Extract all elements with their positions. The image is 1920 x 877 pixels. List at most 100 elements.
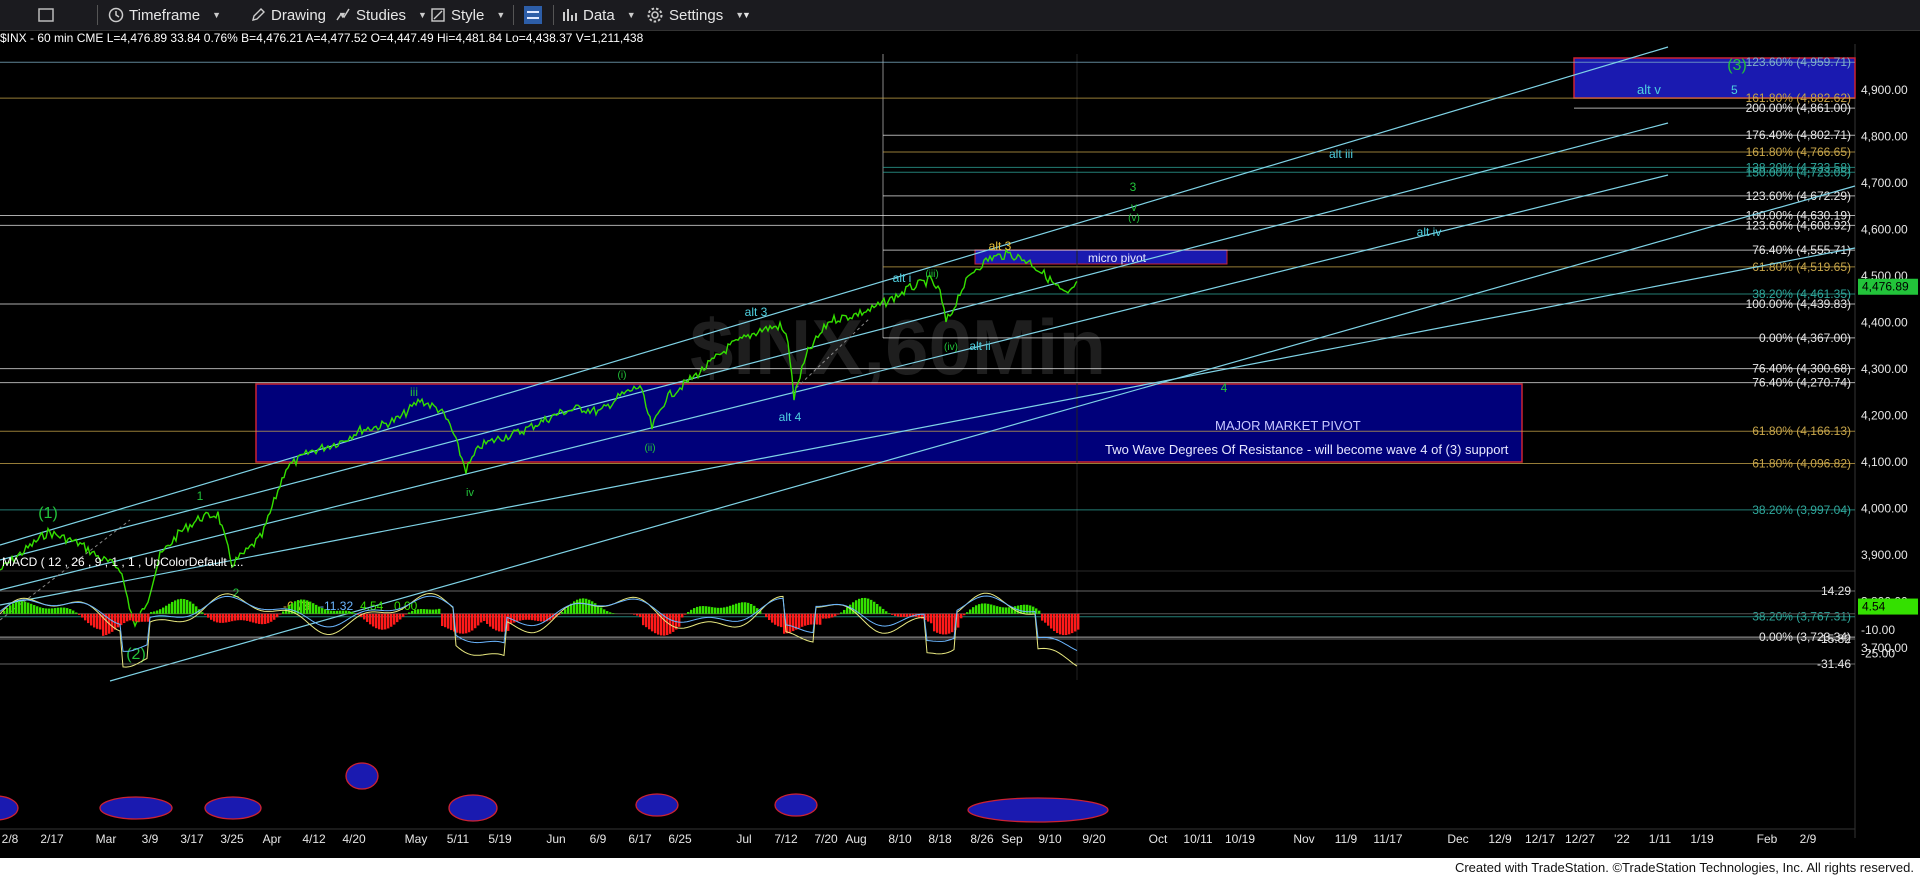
fib-level-label: 100.00% (4,439.83) — [1746, 297, 1851, 311]
toolbar-overflow-button[interactable]: ▼ — [742, 0, 751, 30]
date-axis-tick: 2/9 — [1800, 832, 1817, 846]
style-menu[interactable]: Style ▼ — [430, 0, 505, 30]
bar-chart-icon — [563, 9, 577, 21]
wave-label: iii — [410, 385, 418, 399]
price-axis-tick: 4,900.00 — [1861, 83, 1908, 97]
settings-label: Settings — [669, 6, 724, 24]
wave-label: (ii) — [644, 443, 655, 454]
fib-level-label: 61.80% (4,166.13) — [1752, 424, 1851, 438]
date-axis-tick: 7/20 — [814, 832, 838, 846]
clock-icon — [108, 7, 124, 23]
wave-label: (3) — [1727, 57, 1747, 74]
price-axis-tick: 4,200.00 — [1861, 409, 1908, 423]
date-axis-tick: 1/11 — [1649, 832, 1672, 846]
wave-label: alt ii — [969, 339, 990, 353]
date-axis-tick: Nov — [1293, 832, 1314, 846]
date-axis-tick: Jul — [736, 832, 751, 846]
price-axis-tick: 4,300.00 — [1861, 362, 1908, 376]
fib-level-label: 38.20% (3,997.04) — [1752, 503, 1851, 517]
date-axis-tick: 10/19 — [1225, 832, 1255, 846]
micro-pivot-label: micro pivot — [1088, 251, 1147, 265]
wave-label: alt 3 — [989, 239, 1012, 253]
date-axis-tick: 8/18 — [928, 832, 952, 846]
target-box-label: alt v — [1637, 82, 1661, 97]
window-icon — [38, 8, 54, 22]
gear-icon — [647, 7, 663, 23]
wave-label: (i) — [618, 370, 627, 381]
price-axis-tick: 4,000.00 — [1861, 502, 1908, 516]
fib-level-label: 76.40% (4,300.68) — [1752, 362, 1851, 376]
data-menu[interactable]: Data ▼ — [562, 0, 636, 30]
fib-level-label: 200.00% (4,861.00) — [1746, 101, 1851, 115]
macd-divergence-ellipse — [967, 797, 1109, 823]
footer-bar: Created with TradeStation. ©TradeStation… — [0, 858, 1920, 877]
timeframe-menu[interactable]: Timeframe ▼ — [108, 0, 221, 30]
date-axis-tick: 2/8 — [2, 832, 19, 846]
price-chart[interactable]: $INX,60MinMAJOR MARKET PIVOTTwo Wave Deg… — [0, 44, 1920, 858]
date-axis-tick: 11/9 — [1335, 832, 1358, 846]
wave-label: (v) — [1128, 213, 1140, 224]
window-toggle-button[interactable] — [38, 0, 59, 30]
date-axis-tick: 8/26 — [970, 832, 994, 846]
pivot-box-note: Two Wave Degrees Of Resistance - will be… — [1105, 442, 1509, 457]
date-axis-tick: 5/19 — [488, 832, 512, 846]
date-axis-tick: 3/17 — [180, 832, 204, 846]
date-axis-tick: 4/20 — [342, 832, 366, 846]
date-axis-tick: 5/11 — [447, 832, 470, 846]
caret-down-icon: ▼ — [626, 10, 636, 20]
date-axis-tick: 6/25 — [668, 832, 692, 846]
date-axis-tick: Sep — [1001, 832, 1023, 846]
wave-label: alt 3 — [745, 305, 768, 319]
wave-label: alt i — [893, 271, 912, 285]
wave-label: (iii) — [925, 269, 938, 280]
wave-label: alt iv — [1417, 225, 1442, 239]
macd-divergence-ellipse — [635, 793, 679, 817]
timeframe-label: Timeframe — [129, 6, 201, 24]
date-axis-tick: Jun — [546, 832, 565, 846]
chart-toolbar: Timeframe ▼ Drawing ▼ Studies ▼ Style ▼ Data… — [0, 0, 1920, 31]
fib-level-label: 0.00% (4,367.00) — [1759, 331, 1851, 345]
wave-label: 1 — [197, 489, 204, 503]
date-axis-tick: 7/12 — [774, 832, 798, 846]
date-axis-tick: Aug — [845, 832, 866, 846]
layout-button[interactable] — [522, 0, 549, 30]
wave-label: iv — [466, 487, 474, 499]
date-axis-tick: '22 — [1614, 832, 1630, 846]
studies-menu[interactable]: Studies ▼ — [335, 0, 427, 30]
fib-level-label: 61.80% (4,519.65) — [1752, 260, 1851, 274]
fib-level-label: 123.60% (4,959.71) — [1746, 55, 1851, 69]
date-axis-tick: 2/17 — [40, 832, 64, 846]
price-axis-bg — [1856, 44, 1920, 838]
symbol-quote-bar: $INX - 60 min CME L=4,476.89 33.84 0.76%… — [0, 31, 644, 45]
caret-down-icon: ▼ — [212, 10, 222, 20]
macd-level-label: 14.29 — [1821, 584, 1851, 598]
date-axis-tick: May — [405, 832, 428, 846]
settings-menu[interactable]: Settings ▼ — [646, 0, 744, 30]
price-axis-tick: 4,100.00 — [1861, 455, 1908, 469]
fib-level-label: 61.80% (4,096.82) — [1752, 456, 1851, 470]
last-price-value: 4,476.89 — [1862, 280, 1909, 294]
drawing-menu[interactable]: Drawing ▼ — [250, 0, 347, 30]
studies-icon — [336, 8, 350, 21]
wave-label: 4 — [1221, 381, 1228, 395]
wave-label: 3 — [1130, 180, 1137, 194]
price-axis-tick: 4,600.00 — [1861, 223, 1908, 237]
date-axis-tick: Mar — [96, 832, 117, 846]
fib-level-label: 161.80% (4,766.65) — [1746, 145, 1851, 159]
fib-level-label: 150.00% (4,723.05) — [1746, 165, 1851, 179]
date-axis-tick: 4/12 — [302, 832, 326, 846]
wave-label: alt 4 — [779, 410, 802, 424]
macd-divergence-ellipse — [345, 762, 379, 790]
date-axis-tick: 12/27 — [1565, 832, 1595, 846]
macd-last-value: 4.54 — [1862, 600, 1886, 614]
date-axis-tick: 1/19 — [1690, 832, 1714, 846]
date-axis-tick: Feb — [1757, 832, 1778, 846]
fib-level-label: 76.40% (4,555.71) — [1752, 243, 1851, 257]
fib-level-label: 123.60% (4,608.92) — [1746, 218, 1851, 232]
date-axis-tick: 6/17 — [628, 832, 652, 846]
date-axis-tick: Oct — [1149, 832, 1168, 846]
wave-label: (1) — [38, 505, 58, 522]
date-axis-tick: Apr — [263, 832, 282, 846]
copyright-text: Created with TradeStation. ©TradeStation… — [1454, 860, 1914, 875]
macd-header: MACD ( 12 , 26 , 9 , 1 , 1 , UpColorDefa… — [2, 555, 243, 569]
